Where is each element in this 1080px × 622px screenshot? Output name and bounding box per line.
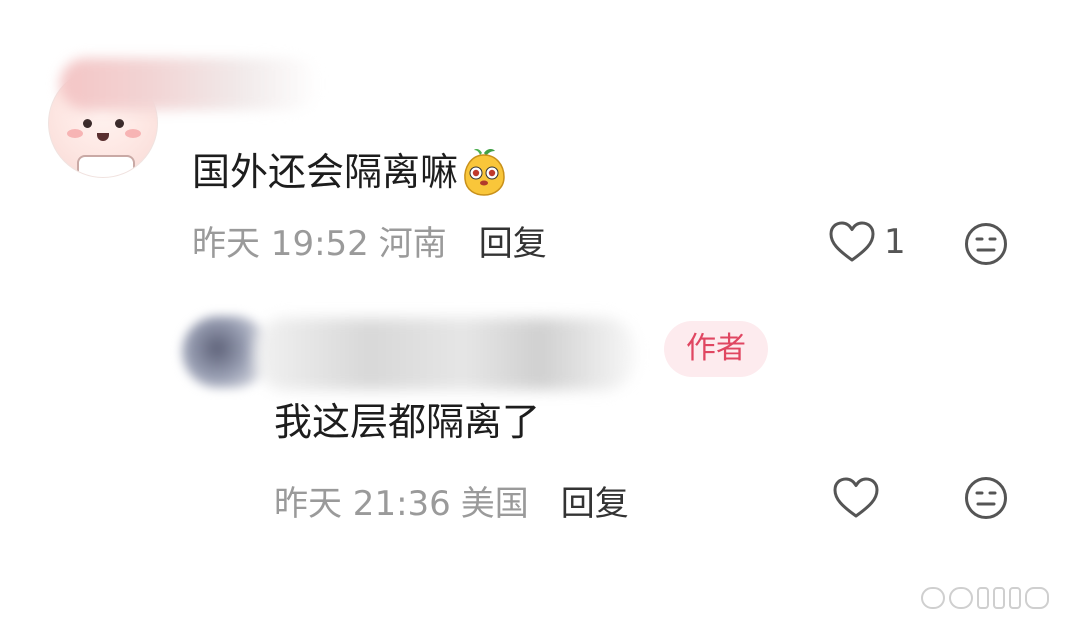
avatar-blush-right bbox=[125, 129, 141, 138]
comment-like-button[interactable]: 1 bbox=[828, 220, 906, 264]
avatar-sign bbox=[77, 155, 135, 177]
commenter-name-blurred[interactable] bbox=[60, 58, 320, 110]
mango-face-emoji-icon bbox=[464, 148, 505, 196]
heart-outline-icon bbox=[829, 221, 875, 262]
avatar-eye-right bbox=[115, 119, 124, 128]
author-badge: 作者 bbox=[664, 321, 768, 377]
reply-location: 美国 bbox=[460, 484, 529, 524]
comment-like-count: 1 bbox=[884, 222, 906, 262]
avatar-blush-left bbox=[67, 129, 83, 138]
comment-location: 河南 bbox=[378, 224, 447, 264]
reply-like-button[interactable] bbox=[832, 476, 880, 524]
neutral-face-icon bbox=[965, 223, 1007, 265]
replier-name-blurred[interactable] bbox=[255, 318, 635, 390]
neutral-face-icon bbox=[965, 477, 1007, 519]
watermark-logo bbox=[921, 587, 1049, 609]
comment-meta: 昨天 19:52 河南 回复 bbox=[192, 224, 547, 264]
comment-reply-button[interactable]: 回复 bbox=[479, 224, 547, 264]
reply-time: 昨天 21:36 bbox=[274, 484, 451, 524]
reply-meta: 昨天 21:36 美国 回复 bbox=[274, 484, 629, 524]
comment-body: 国外还会隔离嘛 bbox=[192, 147, 508, 197]
heart-outline-icon bbox=[833, 477, 879, 518]
reply-dislike-button[interactable] bbox=[964, 476, 1008, 524]
comment-text: 国外还会隔离嘛 bbox=[192, 150, 459, 194]
avatar-mouth bbox=[97, 133, 109, 141]
comment-time: 昨天 19:52 bbox=[192, 224, 369, 264]
reply-reply-button[interactable]: 回复 bbox=[561, 484, 629, 524]
avatar-eye-left bbox=[83, 119, 92, 128]
comment-dislike-button[interactable] bbox=[964, 222, 1008, 270]
reply-text: 我这层都隔离了 bbox=[274, 400, 541, 444]
